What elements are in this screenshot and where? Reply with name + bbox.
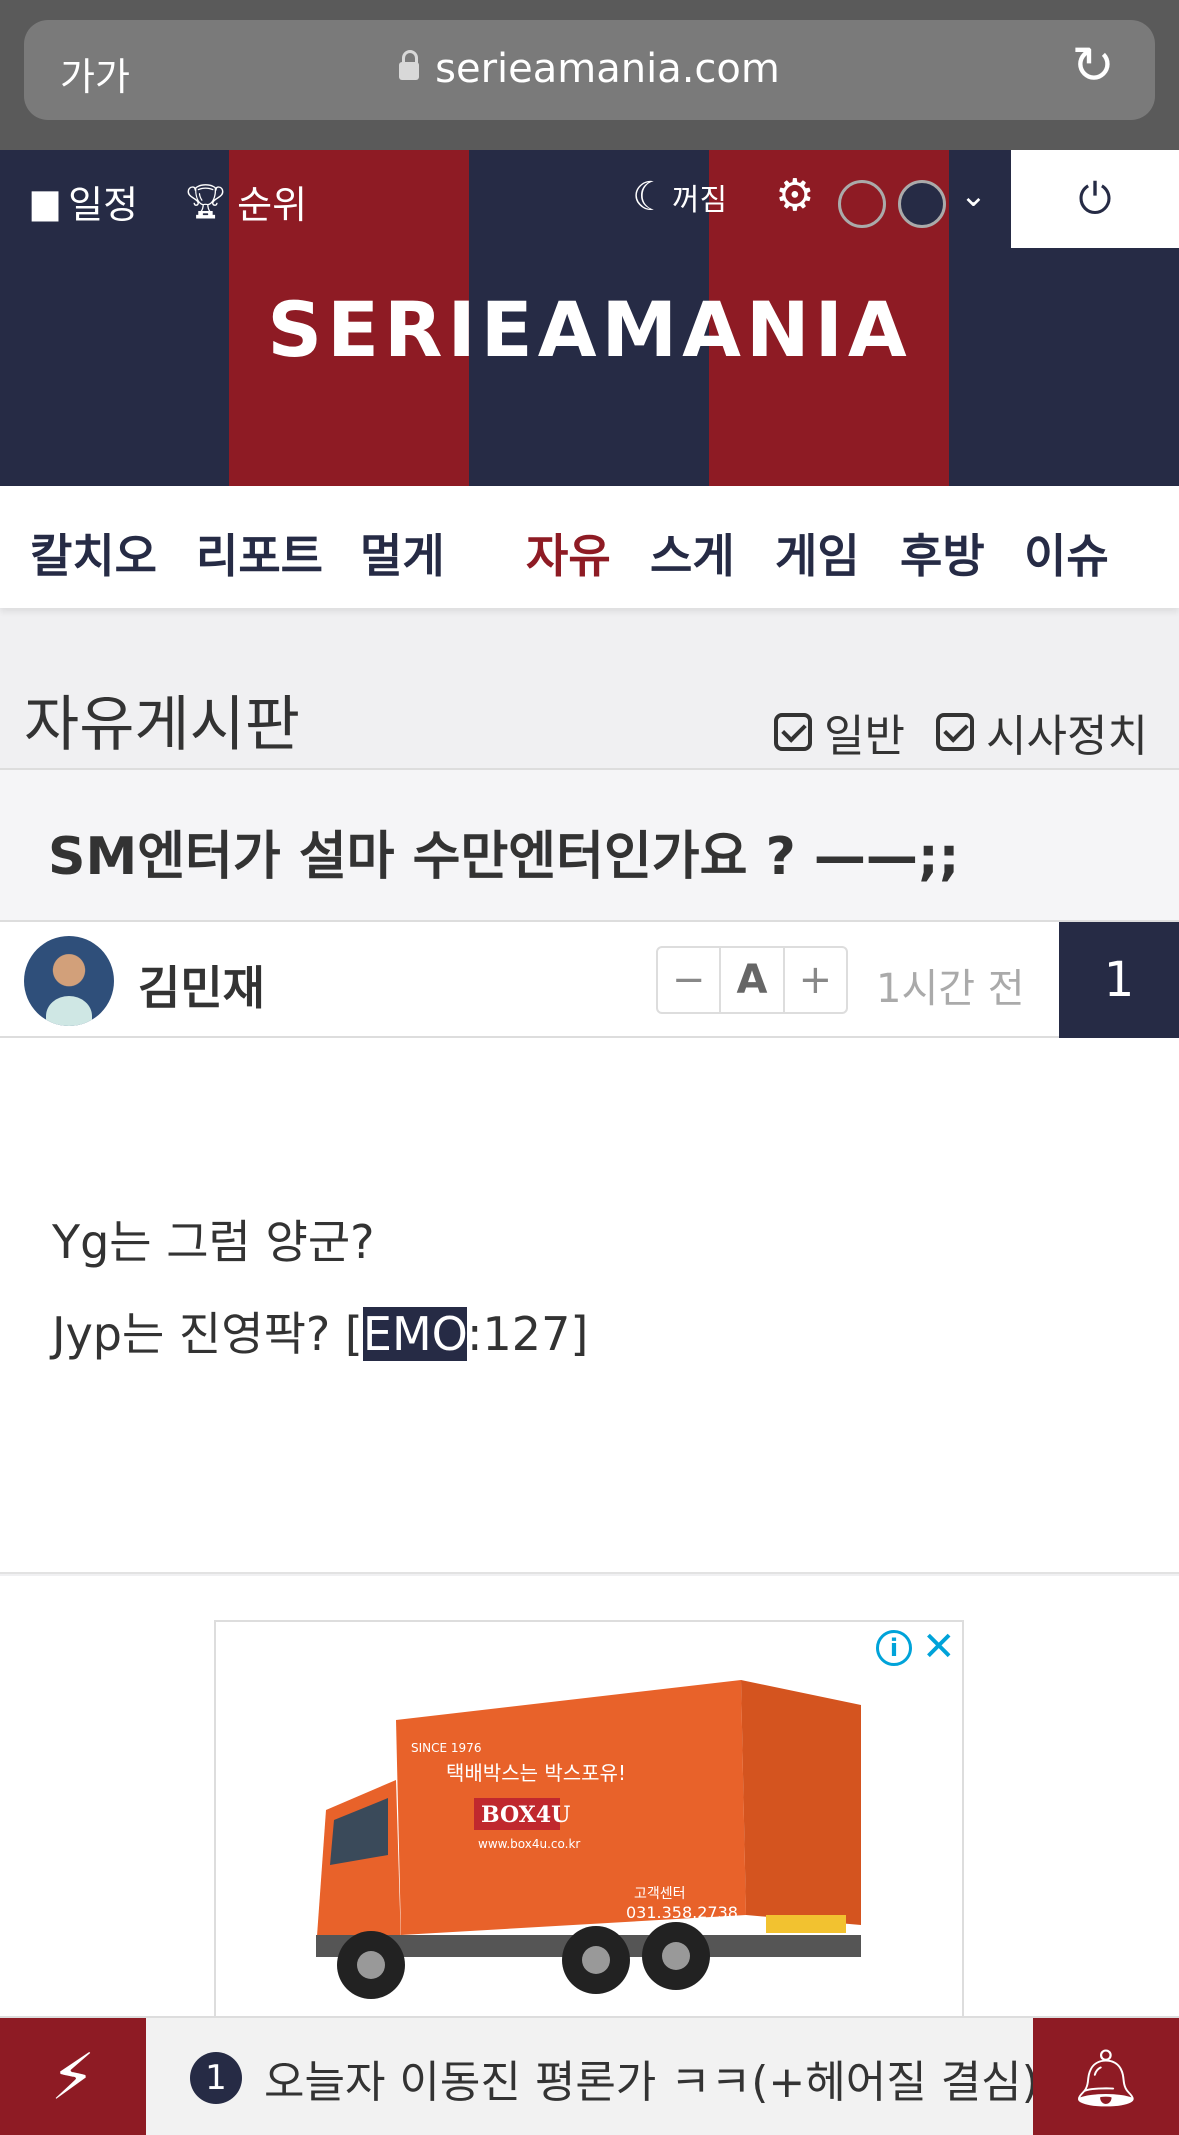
bell-icon: 🔔︎ xyxy=(1070,2045,1142,2111)
site-header: ▆ 일정 🏆︎ 순위 ☾ 꺼짐 ⚙ ⌄ ⏻ SERIEAMANIA xyxy=(0,150,1179,486)
chevron-down-icon[interactable]: ⌄ xyxy=(960,176,987,214)
trophy-icon: 🏆︎ xyxy=(184,181,228,222)
post-body: Yg는 그럼 양군? Jyp는 진영팍? [EMO:127] xyxy=(0,1038,1179,1574)
schedule-link[interactable]: ▆ 일정 xyxy=(32,174,138,229)
nav-item-report[interactable]: 리포트 xyxy=(196,520,323,586)
dark-mode-toggle[interactable]: ☾ 꺼짐 xyxy=(632,174,727,220)
nav-item-calcio[interactable]: 칼치오 xyxy=(30,520,157,586)
font-size-control: − A + xyxy=(656,946,848,1014)
truck-image: SINCE 1976 택배박스는 박스포유! BOX4U www.box4u.c… xyxy=(316,1680,861,1999)
checkbox-checked[interactable] xyxy=(936,713,974,751)
filter-politics[interactable]: 시사정치 xyxy=(936,700,1148,764)
ad-section: i ✕ SINCE 1976 택배박스는 박스포유! BOX4U www.box… xyxy=(0,1576,1179,2020)
ranking-label: 순위 xyxy=(237,183,308,227)
theme-color-navy[interactable] xyxy=(898,180,946,228)
notification-button[interactable]: 🔔︎ xyxy=(1033,2018,1179,2135)
nav-item-multi[interactable]: 멀게 xyxy=(360,520,445,586)
ranking-link[interactable]: 🏆︎ 순위 xyxy=(184,174,307,229)
address-bar[interactable]: 가가 serieamania.com ↻ xyxy=(24,20,1155,120)
lightning-icon: ⚡︎ xyxy=(50,2040,96,2115)
main-nav: 칼치오 리포트 멀게 자유 스게 게임 후방 이슈 xyxy=(0,486,1179,608)
dark-mode-label: 꺼짐 xyxy=(671,183,728,218)
lightning-button[interactable]: ⚡︎ xyxy=(0,2018,146,2135)
checkbox-checked[interactable] xyxy=(774,713,812,751)
nav-item-back[interactable]: 후방 xyxy=(900,520,985,586)
site-logo[interactable]: SERIEAMANIA xyxy=(0,285,1179,374)
power-icon: ⏻ xyxy=(1078,174,1112,223)
schedule-label: 일정 xyxy=(68,183,139,227)
browser-chrome: 가가 serieamania.com ↻ xyxy=(0,0,1179,150)
lock-icon xyxy=(399,50,420,80)
body-line: Yg는 그럼 양군? xyxy=(52,1215,375,1269)
post-title: SM엔터가 설마 수만엔터인가요 ? ——;; xyxy=(48,827,960,887)
filter-label: 시사정치 xyxy=(986,711,1148,762)
body-text: :127] xyxy=(467,1307,589,1361)
filter-label: 일반 xyxy=(824,711,905,762)
nav-item-issue[interactable]: 이슈 xyxy=(1024,520,1109,586)
post-header: SM엔터가 설마 수만엔터인가요 ? ——;; xyxy=(0,768,1179,920)
url-display[interactable]: serieamania.com xyxy=(24,46,1155,92)
nav-item-sports[interactable]: 스게 xyxy=(650,520,735,586)
truck-year: SINCE 1976 xyxy=(411,1741,481,1755)
body-line: Jyp는 진영팍? [EMO:127] xyxy=(52,1298,588,1364)
avatar[interactable] xyxy=(24,936,114,1026)
post-meta: 김민재 − A + 1시간 전 1 xyxy=(0,920,1179,1038)
ticker-text: 오늘자 이동진 평론가 ㅋㅋ(+헤어질 결심) xyxy=(264,2057,1039,2108)
selected-text: EMO xyxy=(362,1307,468,1361)
power-button[interactable]: ⏻ xyxy=(1011,150,1179,248)
bottom-bar: ⚡︎ 1 오늘자 이동진 평론가 ㅋㅋ(+헤어질 결심) 🔔︎ xyxy=(0,2016,1179,2135)
ticker-rank-badge: 1 xyxy=(190,2052,242,2104)
font-reset-button[interactable]: A xyxy=(719,948,782,1012)
theme-color-red[interactable] xyxy=(838,180,886,228)
board-title: 자유게시판 xyxy=(24,690,300,760)
news-ticker[interactable]: 1 오늘자 이동진 평론가 ㅋㅋ(+헤어질 결심) xyxy=(190,2046,1039,2110)
post-time: 1시간 전 xyxy=(876,966,1025,1012)
reload-icon[interactable]: ↻ xyxy=(1071,40,1115,92)
nav-item-free[interactable]: 자유 xyxy=(526,520,611,586)
filter-general[interactable]: 일반 xyxy=(774,700,905,764)
font-decrease-button[interactable]: − xyxy=(658,948,719,1012)
nav-item-game[interactable]: 게임 xyxy=(775,520,860,586)
moon-icon: ☾ xyxy=(632,174,668,220)
truck-brand: BOX4U xyxy=(481,1802,570,1828)
close-icon[interactable]: ✕ xyxy=(922,1624,956,1670)
body-text: Jyp는 진영팍? [ xyxy=(52,1307,363,1361)
font-increase-button[interactable]: + xyxy=(782,948,846,1012)
gear-icon[interactable]: ⚙ xyxy=(775,170,814,221)
truck-center: 고객센터 xyxy=(634,1886,686,1902)
truck-phone: 031.358.2738 xyxy=(626,1903,738,1922)
url-text: serieamania.com xyxy=(435,46,780,92)
truck-slogan: 택배박스는 박스포유! xyxy=(446,1761,626,1785)
calendar-icon: ▆ xyxy=(32,181,59,222)
author-name[interactable]: 김민재 xyxy=(138,952,265,1018)
ad-banner[interactable]: i ✕ SINCE 1976 택배박스는 박스포유! BOX4U www.box… xyxy=(214,1620,964,2020)
comment-count-badge[interactable]: 1 xyxy=(1059,922,1179,1038)
truck-url: www.box4u.co.kr xyxy=(478,1837,580,1851)
